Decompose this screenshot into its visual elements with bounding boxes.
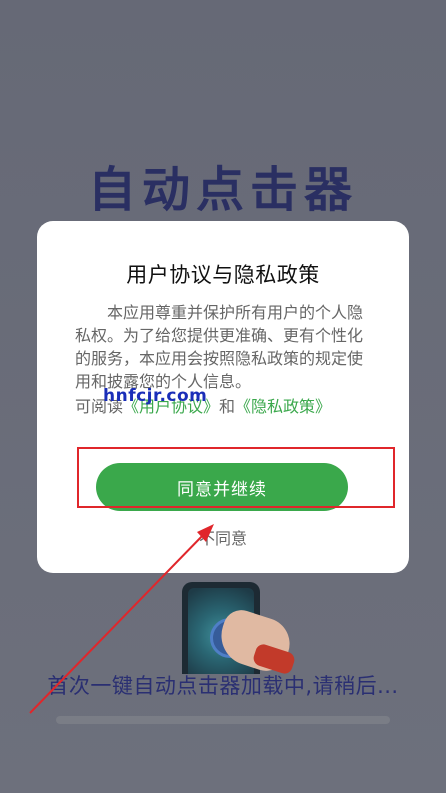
annotation-arrow <box>29 524 214 714</box>
